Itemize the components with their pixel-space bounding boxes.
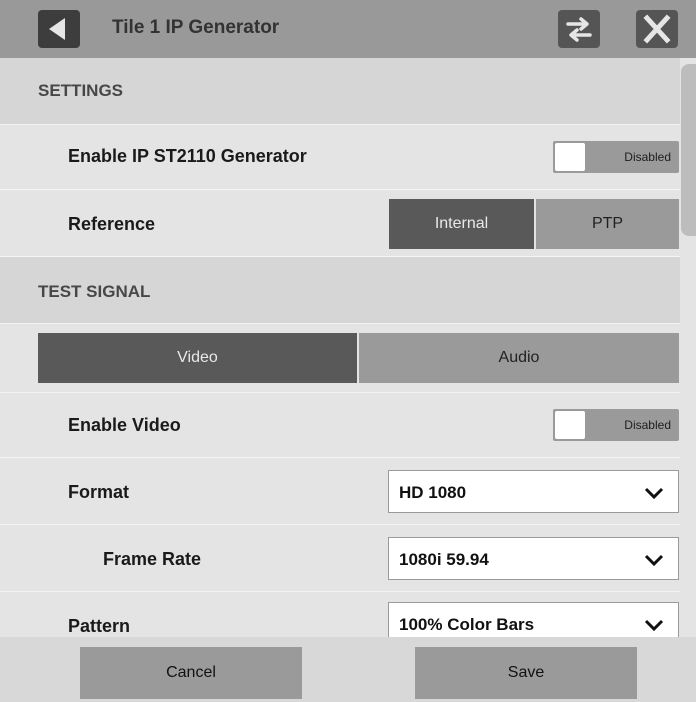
frame-rate-dropdown[interactable]: 1080i 59.94 bbox=[388, 537, 679, 580]
toggle-state: Disabled bbox=[624, 150, 671, 164]
pattern-value: 100% Color Bars bbox=[399, 615, 535, 634]
toggle-knob bbox=[555, 143, 585, 171]
chevron-down-icon bbox=[644, 554, 664, 567]
enable-video-label: Enable Video bbox=[68, 415, 181, 435]
format-label: Format bbox=[68, 482, 130, 502]
pattern-row: Pattern 100% Color Bars bbox=[0, 592, 680, 638]
toggle-state: Disabled bbox=[624, 418, 671, 432]
test-signal-heading: TEST SIGNAL bbox=[38, 282, 151, 301]
toggle-knob bbox=[555, 411, 585, 439]
settings-heading: SETTINGS bbox=[38, 81, 124, 100]
frame-rate-row: Frame Rate 1080i 59.94 bbox=[0, 525, 680, 592]
signal-tabs-row: Video Audio bbox=[0, 324, 680, 393]
pattern-label: Pattern bbox=[68, 616, 131, 636]
close-button[interactable] bbox=[636, 10, 678, 48]
reference-internal-button[interactable]: Internal bbox=[389, 199, 534, 249]
enable-generator-row: Enable IP ST2110 Generator Disabled bbox=[0, 125, 680, 190]
settings-section-header: SETTINGS bbox=[0, 58, 680, 125]
tab-video[interactable]: Video bbox=[38, 333, 357, 383]
vertical-scrollbar[interactable] bbox=[681, 64, 696, 236]
footer-bar: Cancel Save bbox=[0, 637, 696, 702]
pattern-dropdown[interactable]: 100% Color Bars bbox=[388, 602, 679, 637]
frame-rate-value: 1080i 59.94 bbox=[399, 550, 489, 569]
swap-arrows-icon bbox=[566, 17, 592, 42]
enable-video-toggle[interactable]: Disabled bbox=[553, 409, 679, 441]
page-title: Tile 1 IP Generator bbox=[112, 17, 280, 38]
save-button[interactable]: Save bbox=[415, 647, 637, 699]
back-arrow-icon bbox=[49, 18, 65, 40]
test-signal-section-header: TEST SIGNAL bbox=[0, 257, 680, 324]
close-x-icon bbox=[643, 14, 671, 44]
chevron-down-icon bbox=[644, 487, 664, 500]
swap-button[interactable] bbox=[558, 10, 600, 48]
format-row: Format HD 1080 bbox=[0, 458, 680, 525]
enable-video-row: Enable Video Disabled bbox=[0, 393, 680, 458]
frame-rate-label: Frame Rate bbox=[103, 549, 202, 569]
reference-ptp-button[interactable]: PTP bbox=[536, 199, 679, 249]
enable-generator-label: Enable IP ST2110 Generator bbox=[68, 146, 307, 166]
reference-label: Reference bbox=[68, 214, 156, 234]
title-bar: Tile 1 IP Generator bbox=[0, 0, 696, 58]
reference-row: Reference Internal PTP bbox=[0, 190, 680, 257]
cancel-button[interactable]: Cancel bbox=[80, 647, 302, 699]
chevron-down-icon bbox=[644, 619, 664, 632]
back-button[interactable] bbox=[38, 10, 80, 48]
format-dropdown[interactable]: HD 1080 bbox=[388, 470, 679, 513]
format-value: HD 1080 bbox=[399, 483, 467, 502]
enable-generator-toggle[interactable]: Disabled bbox=[553, 141, 679, 173]
tab-audio[interactable]: Audio bbox=[359, 333, 679, 383]
